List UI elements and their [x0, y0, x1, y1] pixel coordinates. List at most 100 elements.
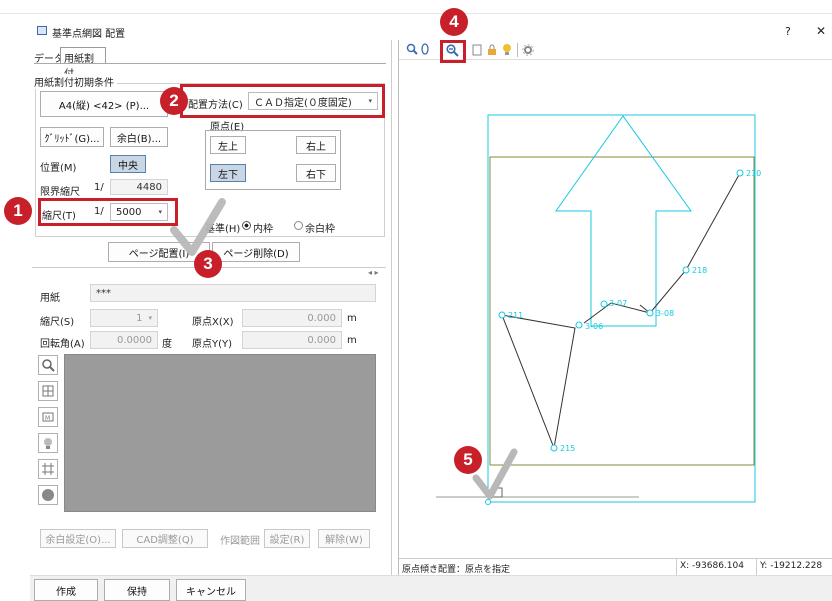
status-y: Y: -19212.228 — [756, 558, 832, 575]
north-arrow — [555, 115, 692, 327]
paper-size-button[interactable]: A4(縦) <42> (P)... — [40, 91, 168, 117]
margin-button[interactable]: 余白(B)... — [110, 127, 168, 147]
position-label: 位置(M) — [40, 163, 77, 174]
page-icon[interactable] — [472, 44, 482, 56]
status-message: 原点傾き配置：原点を指定 — [402, 565, 511, 575]
origin-y-field: 0.000 — [242, 331, 342, 349]
cancel-button[interactable]: キャンセル — [176, 579, 246, 601]
callout-2: 2 — [160, 87, 188, 115]
app-icon — [37, 26, 47, 35]
page-outer-frame — [487, 114, 756, 503]
origin-top-right[interactable]: 右上 — [296, 136, 336, 154]
page-inner-frame — [489, 156, 755, 466]
zoom-in-icon[interactable] — [38, 355, 58, 375]
detail-paper-field: *** — [90, 284, 376, 302]
tab-paper[interactable]: 用紙割付 — [60, 47, 106, 80]
highlight-placement — [180, 84, 385, 118]
point-label: 218 — [692, 266, 707, 275]
highlight-zoom-out — [440, 40, 466, 63]
detail-paper-label: 用紙 — [40, 293, 60, 304]
check-mark-icon — [170, 198, 226, 256]
origin-bottom-left[interactable]: 左下 — [210, 164, 246, 182]
limit-scale-label: 限界縮尺 — [40, 187, 80, 198]
survey-point-215: 215 — [550, 444, 575, 453]
cad-drawing: 210 218 3-07 3-08 211 3-06 215 — [436, 114, 761, 505]
check-mark-icon — [472, 448, 518, 500]
detail-paper-value: *** — [96, 287, 111, 299]
detail-scale-field: 1 ▾ — [90, 309, 158, 327]
set-button[interactable]: 設定(R) — [264, 529, 310, 548]
limit-scale-text: 4480 — [136, 181, 162, 193]
survey-point-211: 211 — [498, 311, 523, 320]
point-label: 215 — [560, 444, 575, 453]
settings-icon[interactable] — [522, 44, 534, 56]
origin-y-unit: m — [347, 335, 357, 346]
rotation-value: 0.0000 — [117, 334, 152, 346]
point-label: 210 — [746, 169, 761, 178]
point-label: 3-08 — [656, 309, 674, 318]
origin-x-label: 原点X(X) — [192, 317, 234, 328]
light-bulb-icon[interactable] — [502, 43, 512, 56]
radio-margin[interactable] — [294, 221, 303, 230]
move-icon[interactable] — [38, 381, 58, 401]
detail-scale-value: 1 — [136, 312, 143, 324]
chevron-down-icon: ▾ — [148, 314, 152, 322]
detail-scale-label: 縮尺(S) — [40, 317, 75, 328]
grid-button[interactable]: ｸﾞﾘｯﾄﾞ(G)... — [40, 127, 104, 147]
svg-text:M: M — [45, 415, 50, 422]
callout-4: 4 — [440, 8, 468, 36]
window-title: 基準点網図 配置 — [52, 29, 126, 40]
help-button[interactable]: ? — [785, 25, 791, 38]
toolbar-divider — [517, 43, 518, 57]
lock-icon[interactable] — [487, 44, 497, 56]
create-button[interactable]: 作成 — [34, 579, 98, 601]
pan-icon[interactable] — [420, 43, 430, 55]
grid-icon[interactable] — [38, 459, 58, 479]
limit-scale-value: 4480 — [110, 179, 168, 195]
origin-y-label: 原点Y(Y) — [192, 339, 233, 350]
survey-point-210: 210 — [736, 169, 761, 178]
release-button[interactable]: 解除(W) — [318, 529, 370, 548]
cad-adjust-button[interactable]: CAD調整(Q) — [122, 529, 208, 548]
circle-icon[interactable] — [38, 485, 58, 505]
point-label: 3-07 — [609, 299, 627, 308]
origin-y-value: 0.000 — [307, 334, 336, 346]
radio-margin-label: 余白枠 — [305, 224, 335, 235]
rotation-label: 回転角(A) — [40, 339, 85, 350]
origin-x-value: 0.000 — [307, 312, 336, 324]
radio-inner[interactable] — [242, 221, 251, 230]
highlight-scale — [38, 198, 178, 226]
preview-panel — [64, 354, 376, 512]
margin-setting-button[interactable]: 余白設定(O)... — [40, 529, 116, 548]
callout-1: 1 — [4, 197, 32, 225]
point-label: 3-06 — [585, 322, 603, 331]
tab-underline — [34, 63, 386, 64]
point-label: 211 — [508, 311, 523, 320]
status-y-value: Y: -19212.228 — [760, 561, 823, 571]
limit-scale-prefix: 1/ — [94, 182, 104, 193]
origin-top-left[interactable]: 左上 — [210, 136, 246, 154]
origin-x-field: 0.000 — [242, 309, 342, 327]
survey-point-218: 218 — [682, 266, 707, 275]
rotation-field: 0.0000 — [90, 331, 158, 349]
origin-x-unit: m — [347, 313, 357, 324]
hold-button[interactable]: 保持 — [104, 579, 170, 601]
status-x: X: -93686.104 — [676, 558, 752, 575]
light-bulb-icon[interactable] — [38, 433, 58, 453]
draw-range-label: 作図範囲 — [220, 536, 260, 547]
status-x-value: X: -93686.104 — [680, 561, 744, 571]
title-bar — [0, 0, 832, 14]
position-center-button[interactable]: 中央 — [110, 155, 146, 173]
fit-icon[interactable]: M — [38, 407, 58, 427]
survey-point-3-07: 3-07 — [600, 299, 627, 308]
nav-arrows[interactable]: ◂ ▸ — [368, 268, 379, 277]
group-title: 用紙割付初期条件 — [34, 74, 117, 89]
origin-bottom-right[interactable]: 右下 — [296, 164, 336, 182]
close-button[interactable]: ✕ — [816, 24, 826, 38]
radio-inner-label: 内枠 — [253, 224, 273, 235]
rotation-unit: 度 — [162, 339, 172, 350]
survey-point-3-06: 3-06 — [575, 321, 603, 331]
survey-point-3-08: 3-08 — [646, 309, 674, 318]
survey-triangle — [501, 314, 576, 450]
zoom-in-icon[interactable] — [406, 43, 418, 55]
